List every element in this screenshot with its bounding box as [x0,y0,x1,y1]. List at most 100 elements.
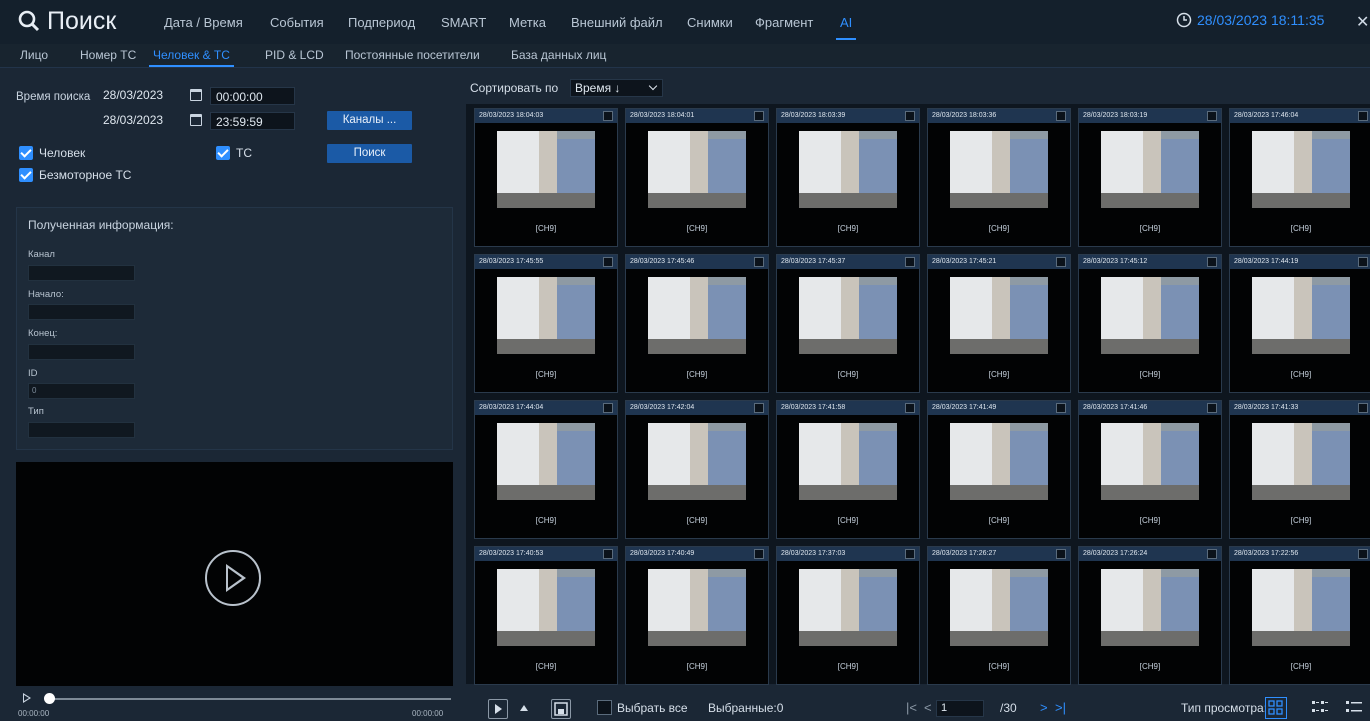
result-card[interactable]: 28/03/2023 17:26:24 [CH9] [1078,546,1222,685]
menu-snapshots[interactable]: Снимки [687,0,733,44]
end-date-input[interactable]: 28/03/2023 [99,111,179,129]
list-view-icon[interactable] [1343,697,1365,719]
tab-repeat-visitors[interactable]: Постоянные посетители [345,44,480,66]
snapshot-thumbnail[interactable] [648,423,746,500]
result-card[interactable]: 28/03/2023 17:22:56 [CH9] [1229,546,1370,685]
card-checkbox[interactable] [1056,111,1066,121]
menu-external-file[interactable]: Внешний файл [571,0,663,44]
card-checkbox[interactable] [1358,549,1368,559]
card-checkbox[interactable] [905,549,915,559]
tab-plate[interactable]: Номер ТС [80,44,136,66]
snapshot-thumbnail[interactable] [497,423,595,500]
card-checkbox[interactable] [905,111,915,121]
snapshot-thumbnail[interactable] [799,423,897,500]
result-card[interactable]: 28/03/2023 18:04:01 [CH9] [625,108,769,247]
card-checkbox[interactable] [1056,257,1066,267]
result-card[interactable]: 28/03/2023 17:45:12 [CH9] [1078,254,1222,393]
menu-ai[interactable]: AI [835,0,857,44]
result-card[interactable]: 28/03/2023 18:03:19 [CH9] [1078,108,1222,247]
start-time-input[interactable]: 00:00:00 [210,87,295,105]
card-checkbox[interactable] [1207,403,1217,413]
snapshot-thumbnail[interactable] [1252,569,1350,646]
result-card[interactable]: 28/03/2023 17:45:55 [CH9] [474,254,618,393]
prev-page-icon[interactable]: < [924,700,932,715]
card-checkbox[interactable] [905,257,915,267]
page-input[interactable]: 1 [936,700,984,717]
card-checkbox[interactable] [1207,257,1217,267]
menu-date-time[interactable]: Дата / Время [164,0,243,44]
select-all-checkbox[interactable] [597,700,612,715]
menu-tag[interactable]: Метка [509,0,546,44]
seek-handle[interactable] [44,693,55,704]
seek-bar[interactable] [46,698,451,700]
menu-smart[interactable]: SMART [441,0,486,44]
snapshot-thumbnail[interactable] [799,569,897,646]
snapshot-thumbnail[interactable] [1252,131,1350,208]
menu-subperiod[interactable]: Подпериод [348,0,415,44]
result-card[interactable]: 28/03/2023 17:41:46 [CH9] [1078,400,1222,539]
result-card[interactable]: 28/03/2023 17:44:19 [CH9] [1229,254,1370,393]
grid-view-icon[interactable] [1265,697,1287,719]
result-card[interactable]: 28/03/2023 17:45:37 [CH9] [776,254,920,393]
snapshot-thumbnail[interactable] [950,423,1048,500]
channels-button[interactable]: Каналы ... [327,111,412,130]
calendar-icon[interactable] [190,89,202,101]
card-checkbox[interactable] [603,257,613,267]
sort-select[interactable]: Время ↓ [570,79,663,97]
result-card[interactable]: 28/03/2023 17:44:04 [CH9] [474,400,618,539]
card-checkbox[interactable] [1056,403,1066,413]
card-checkbox[interactable] [1358,111,1368,121]
result-card[interactable]: 28/03/2023 17:40:53 [CH9] [474,546,618,685]
result-card[interactable]: 28/03/2023 18:03:39 [CH9] [776,108,920,247]
snapshot-thumbnail[interactable] [1252,277,1350,354]
snapshot-thumbnail[interactable] [497,131,595,208]
card-checkbox[interactable] [754,403,764,413]
tab-human-vehicle[interactable]: Человек & ТС [149,44,234,67]
card-checkbox[interactable] [1358,257,1368,267]
result-card[interactable]: 28/03/2023 17:45:46 [CH9] [625,254,769,393]
start-date-input[interactable]: 28/03/2023 [99,86,179,104]
card-checkbox[interactable] [603,403,613,413]
vehicle-checkbox[interactable] [216,146,230,160]
result-card[interactable]: 28/03/2023 17:45:21 [CH9] [927,254,1071,393]
snapshot-thumbnail[interactable] [497,569,595,646]
snapshot-thumbnail[interactable] [950,569,1048,646]
caret-up-icon[interactable] [520,705,528,711]
select-all-label[interactable]: Выбрать все [617,701,688,715]
card-checkbox[interactable] [754,549,764,559]
result-card[interactable]: 28/03/2023 18:04:03 [CH9] [474,108,618,247]
result-card[interactable]: 28/03/2023 17:40:49 [CH9] [625,546,769,685]
snapshot-thumbnail[interactable] [648,569,746,646]
card-checkbox[interactable] [603,549,613,559]
menu-events[interactable]: События [270,0,324,44]
play-clip-button[interactable] [488,699,508,719]
snapshot-thumbnail[interactable] [1101,569,1199,646]
menu-fragment[interactable]: Фрагмент [755,0,813,44]
snapshot-thumbnail[interactable] [1101,423,1199,500]
tab-face[interactable]: Лицо [20,44,48,66]
snapshot-thumbnail[interactable] [497,277,595,354]
result-card[interactable]: 28/03/2023 17:41:58 [CH9] [776,400,920,539]
search-button[interactable]: Поиск [327,144,412,163]
result-card[interactable]: 28/03/2023 17:37:03 [CH9] [776,546,920,685]
close-icon[interactable]: ✕ [1356,12,1369,32]
compact-grid-view-icon[interactable] [1309,697,1331,719]
calendar-icon[interactable] [190,114,202,126]
result-card[interactable]: 28/03/2023 18:03:36 [CH9] [927,108,1071,247]
snapshot-thumbnail[interactable] [799,131,897,208]
card-checkbox[interactable] [603,111,613,121]
snapshot-thumbnail[interactable] [1101,277,1199,354]
snapshot-thumbnail[interactable] [950,277,1048,354]
next-page-icon[interactable]: > [1040,700,1048,715]
result-card[interactable]: 28/03/2023 17:41:49 [CH9] [927,400,1071,539]
first-page-icon[interactable]: |< [906,700,917,715]
snapshot-thumbnail[interactable] [648,131,746,208]
snapshot-thumbnail[interactable] [1101,131,1199,208]
tab-face-database[interactable]: База данных лиц [511,44,606,66]
result-card[interactable]: 28/03/2023 17:26:27 [CH9] [927,546,1071,685]
tab-pid-lcd[interactable]: PID & LCD [265,44,324,66]
result-card[interactable]: 28/03/2023 17:41:33 [CH9] [1229,400,1370,539]
card-checkbox[interactable] [1207,111,1217,121]
card-checkbox[interactable] [1207,549,1217,559]
result-card[interactable]: 28/03/2023 17:42:04 [CH9] [625,400,769,539]
